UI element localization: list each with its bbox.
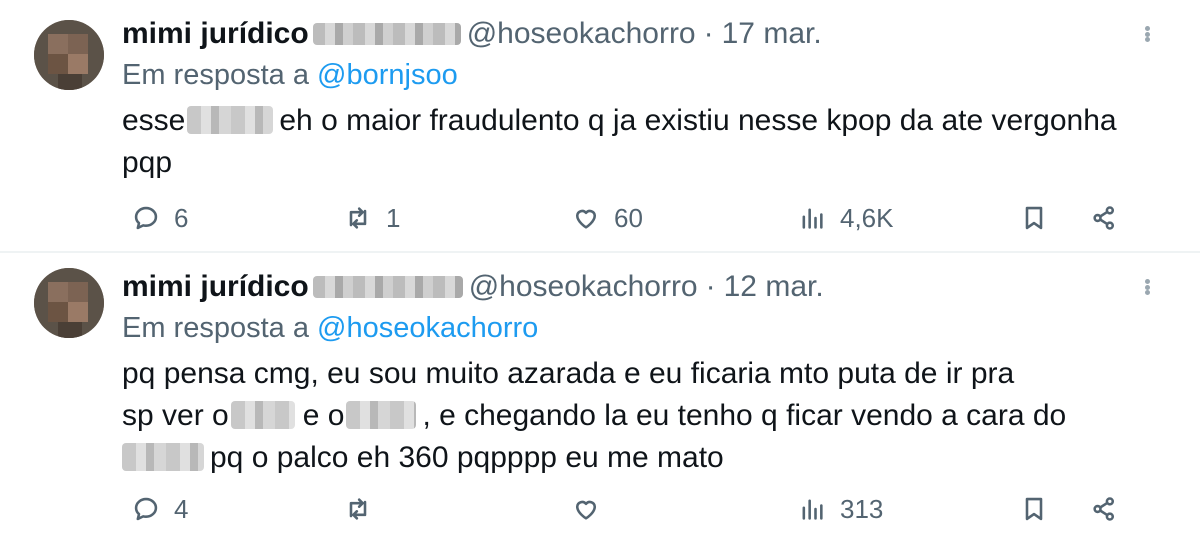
bookmark-button[interactable] [1020,200,1048,236]
redacted-word [122,443,204,471]
reply-icon [134,497,158,521]
display-name[interactable]: mimi jurídico [122,17,309,51]
reply-prefix: Em resposta a [122,312,318,344]
more-icon[interactable] [1134,22,1160,46]
tweet-text-part: pq o palco eh 360 pqpppp eu me mato [210,441,724,474]
avatar[interactable] [34,20,104,90]
tweet-text-line: pq pensa cmg, eu sou muito azarada e eu … [122,357,1015,390]
share-button[interactable] [1090,200,1118,236]
display-name[interactable]: mimi jurídico [122,270,309,304]
retweet-button[interactable] [344,491,386,527]
redacted-word [346,401,417,429]
share-button[interactable] [1090,491,1118,527]
share-icon [1093,206,1115,230]
tweet[interactable]: mimi jurídico @hoseokachorro · 17 mar. E… [0,0,1200,252]
tweet-text-part: e o [302,399,345,432]
bookmark-icon [1025,206,1043,230]
like-button[interactable] [572,491,614,527]
redacted-badge [312,276,463,298]
avatar[interactable] [34,268,104,338]
bookmark-icon [1025,497,1043,521]
heart-icon [575,500,597,520]
view-count: 313 [840,493,884,524]
tweet-text-part: sp ver o [122,399,229,432]
tweet[interactable]: mimi jurídico @hoseokachorro · 12 mar. E… [0,253,1200,542]
tweet-text-part: , e chegando la eu tenho q ficar vendo a… [422,399,1067,432]
redacted-word [187,106,274,134]
tweet-text: esse eh o maior fraudulento q ja existiu … [122,100,1160,184]
username[interactable]: @hoseokachorro [469,270,698,304]
retweet-icon [349,498,367,520]
retweet-count: 1 [386,202,401,233]
reply-count: 4 [174,493,189,524]
like-button[interactable]: 60 [572,200,643,236]
retweet-icon [349,207,367,229]
views-button[interactable]: 313 [798,491,883,527]
view-count: 4,6K [840,202,894,233]
action-bar: 6 1 60 4,6K [122,200,1160,236]
tweet-content: mimi jurídico @hoseokachorro · 17 mar. E… [122,12,1160,184]
tweet-text-line: sp ver o e o , e chegando la eu tenho q fi… [122,395,1160,437]
like-count: 60 [614,202,643,233]
tweet-content: mimi jurídico @hoseokachorro · 12 mar. E… [122,265,1160,479]
separator-dot: · [705,270,716,303]
reply-count: 6 [174,202,189,233]
retweet-button[interactable]: 1 [344,200,400,236]
action-bar: 4 313 [122,491,1160,527]
tweet-header: mimi jurídico @hoseokachorro · 12 mar. [122,265,1160,309]
redacted-word [230,401,295,429]
share-icon [1093,497,1115,521]
mention-link[interactable]: @bornjsoo [317,59,458,91]
tweet-text-part: esse [122,104,186,137]
tweet-header: mimi jurídico @hoseokachorro · 17 mar. [122,12,1160,56]
separator-dot: · [703,17,714,50]
views-icon [802,499,823,520]
redacted-badge [312,23,461,45]
tweet-text: pq pensa cmg, eu sou muito azarada e eu … [122,353,1160,479]
reply-button[interactable]: 4 [132,491,188,527]
timestamp[interactable]: 17 mar. [722,17,822,51]
username[interactable]: @hoseokachorro [467,17,696,51]
more-icon[interactable] [1134,275,1160,299]
timestamp[interactable]: 12 mar. [724,270,824,304]
bookmark-button[interactable] [1020,491,1048,527]
views-icon [802,208,823,229]
reply-context: Em resposta a @bornjsoo [122,56,1160,94]
reply-icon [134,206,158,230]
mention-link[interactable]: @hoseokachorro [317,312,538,344]
reply-context: Em resposta a @hoseokachorro [122,309,1160,347]
reply-button[interactable]: 6 [132,200,188,236]
views-button[interactable]: 4,6K [798,200,894,236]
tweet-text-line: pq o palco eh 360 pqpppp eu me mato [122,437,1160,479]
heart-icon [575,209,597,229]
reply-prefix: Em resposta a [122,59,318,91]
